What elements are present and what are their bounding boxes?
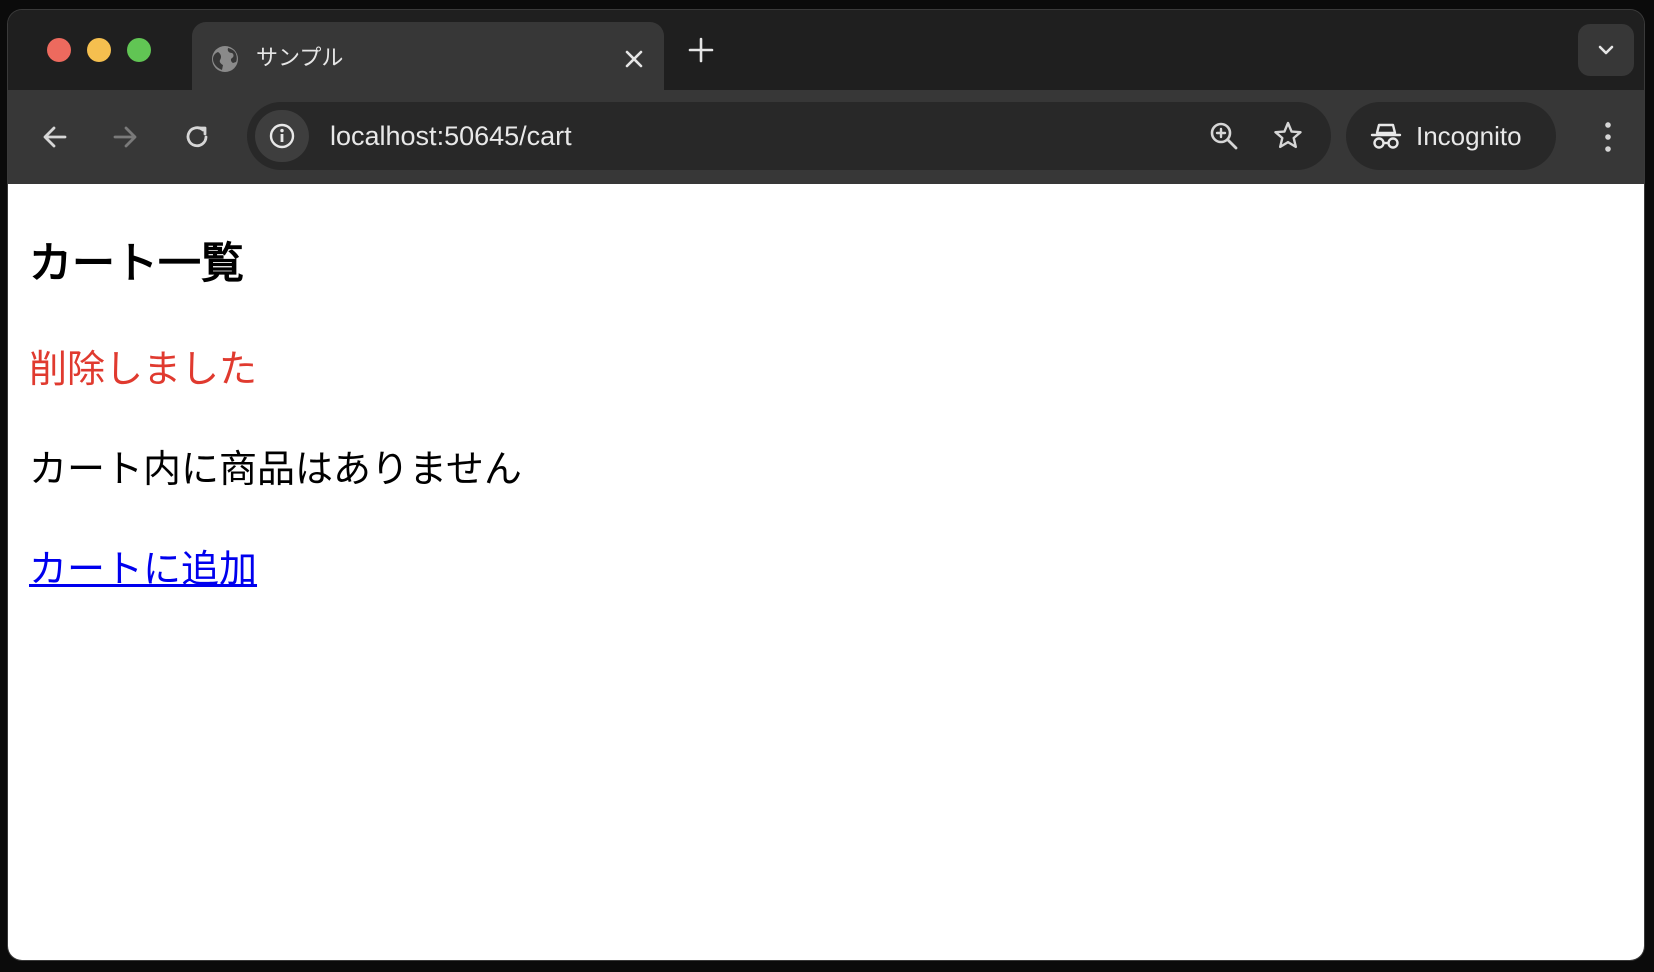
- maximize-window-button[interactable]: [127, 38, 151, 62]
- arrow-right-icon[interactable]: [108, 120, 142, 154]
- browser-window: サンプル localhost:50645/cart Incognito カート一…: [8, 10, 1644, 960]
- globe-icon: [212, 46, 238, 72]
- arrow-left-icon[interactable]: [38, 120, 72, 154]
- empty-cart-message: カート内に商品はありません: [29, 447, 522, 491]
- browser-toolbar: localhost:50645/cart Incognito: [8, 90, 1644, 184]
- page-content: カート一覧 削除しました カート内に商品はありません カートに追加: [8, 184, 1644, 960]
- minimize-window-button[interactable]: [87, 38, 111, 62]
- chevron-down-icon: [1598, 45, 1614, 55]
- site-info-button[interactable]: [255, 110, 309, 162]
- info-icon: [269, 123, 295, 149]
- tab-title: サンプル: [256, 46, 344, 71]
- close-icon[interactable]: [622, 47, 646, 71]
- reload-icon[interactable]: [180, 120, 214, 154]
- add-to-cart-link[interactable]: カートに追加: [29, 544, 257, 594]
- page-title: カート一覧: [29, 239, 244, 289]
- incognito-icon: [1370, 123, 1402, 149]
- zoom-in-icon[interactable]: [1207, 119, 1241, 153]
- incognito-badge[interactable]: Incognito: [1346, 102, 1556, 170]
- star-icon[interactable]: [1271, 119, 1305, 153]
- address-bar[interactable]: localhost:50645/cart: [247, 102, 1331, 170]
- close-window-button[interactable]: [47, 38, 71, 62]
- plus-icon[interactable]: [687, 36, 715, 64]
- url-text[interactable]: localhost:50645/cart: [330, 119, 572, 153]
- tab-strip: サンプル: [8, 10, 1644, 102]
- kebab-menu-icon[interactable]: [1596, 118, 1620, 156]
- tab-search-button[interactable]: [1578, 24, 1634, 76]
- deleted-message: 削除しました: [29, 347, 258, 391]
- incognito-label: Incognito: [1416, 121, 1522, 151]
